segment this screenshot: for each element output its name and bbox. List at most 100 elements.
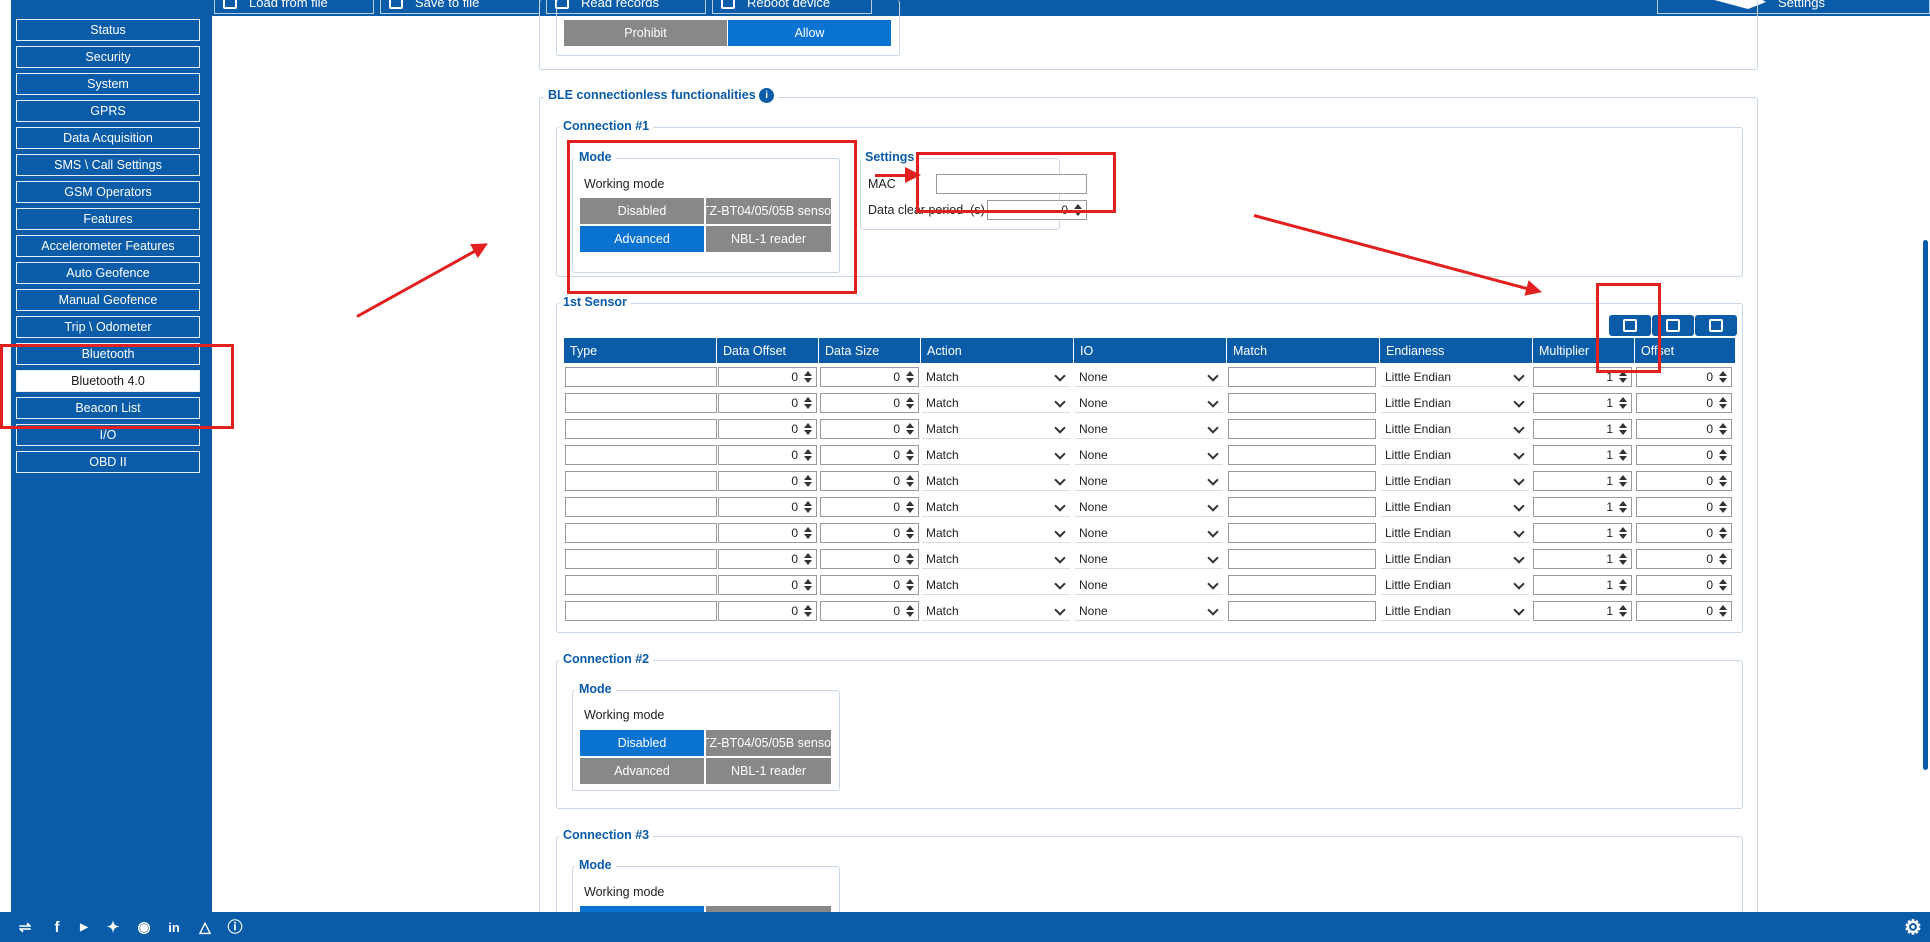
linkedin-icon[interactable]: in [163, 918, 185, 938]
data-offset-input[interactable]: 0 [718, 601, 817, 621]
data-size-input[interactable]: 0 [820, 523, 919, 543]
endianess-select[interactable]: Little Endian [1381, 445, 1529, 465]
connection-2-disabled-button[interactable]: Disabled [580, 730, 704, 756]
swap-sensor-button[interactable] [1695, 315, 1737, 336]
endianess-select[interactable]: Little Endian [1381, 601, 1529, 621]
action-select[interactable]: Match [922, 497, 1070, 517]
action-select[interactable]: Match [922, 601, 1070, 621]
endianess-select[interactable]: Little Endian [1381, 393, 1529, 413]
connection-2-nbl-1-reader-button[interactable]: NBL-1 reader [706, 758, 831, 784]
offset-input[interactable]: 0 [1636, 497, 1732, 517]
type-input[interactable] [565, 445, 717, 465]
data-offset-input[interactable]: 0 [718, 393, 817, 413]
twitter-icon[interactable]: ✦ [102, 918, 124, 938]
multiplier-input[interactable]: 1 [1533, 549, 1632, 569]
data-size-input[interactable]: 0 [820, 393, 919, 413]
endianess-select[interactable]: Little Endian [1381, 367, 1529, 387]
type-input[interactable] [565, 497, 717, 517]
data-offset-input[interactable]: 0 [718, 367, 817, 387]
allow-button[interactable]: Allow [728, 20, 891, 46]
sidebar-item-features[interactable]: Features [16, 208, 200, 230]
multiplier-input[interactable]: 1 [1533, 523, 1632, 543]
match-input[interactable] [1228, 601, 1376, 621]
sidebar-item-obd-ii[interactable]: OBD II [16, 451, 200, 473]
action-select[interactable]: Match [922, 549, 1070, 569]
data-size-input[interactable]: 0 [820, 497, 919, 517]
data-size-input[interactable]: 0 [820, 471, 919, 491]
youtube-icon[interactable]: ▶ [73, 918, 95, 938]
match-input[interactable] [1228, 575, 1376, 595]
data-offset-input[interactable]: 0 [718, 445, 817, 465]
sidebar-item-data-acquisition[interactable]: Data Acquisition [16, 127, 200, 149]
type-input[interactable] [565, 419, 717, 439]
type-input[interactable] [565, 549, 717, 569]
type-input[interactable] [565, 367, 717, 387]
multiplier-input[interactable]: 1 [1533, 471, 1632, 491]
multiplier-input[interactable]: 1 [1533, 419, 1632, 439]
offset-input[interactable]: 0 [1636, 471, 1732, 491]
match-input[interactable] [1228, 445, 1376, 465]
multiplier-input[interactable]: 1 [1533, 393, 1632, 413]
sidebar-item-manual-geofence[interactable]: Manual Geofence [16, 289, 200, 311]
io-select[interactable]: None [1075, 601, 1223, 621]
data-offset-input[interactable]: 0 [718, 575, 817, 595]
save-to-file-button[interactable]: Save to file [380, 0, 540, 14]
offset-input[interactable]: 0 [1636, 393, 1732, 413]
info-icon[interactable]: ⓘ [224, 918, 246, 938]
match-input[interactable] [1228, 497, 1376, 517]
sidebar-item-trip-odometer[interactable]: Trip \ Odometer [16, 316, 200, 338]
driver-icon[interactable]: △ [194, 918, 216, 938]
io-select[interactable]: None [1075, 367, 1223, 387]
multiplier-input[interactable]: 1 [1533, 601, 1632, 621]
offset-input[interactable]: 0 [1636, 445, 1732, 465]
action-select[interactable]: Match [922, 575, 1070, 595]
action-select[interactable]: Match [922, 393, 1070, 413]
io-select[interactable]: None [1075, 523, 1223, 543]
endianess-select[interactable]: Little Endian [1381, 497, 1529, 517]
vertical-scrollbar[interactable] [1920, 16, 1930, 912]
teltonika-icon[interactable]: ⇌ [14, 918, 36, 938]
endianess-select[interactable]: Little Endian [1381, 471, 1529, 491]
endianess-select[interactable]: Little Endian [1381, 523, 1529, 543]
data-offset-input[interactable]: 0 [718, 419, 817, 439]
io-select[interactable]: None [1075, 471, 1223, 491]
prohibit-button[interactable]: Prohibit [564, 20, 727, 46]
type-input[interactable] [565, 523, 717, 543]
action-select[interactable]: Match [922, 471, 1070, 491]
type-input[interactable] [565, 471, 717, 491]
data-size-input[interactable]: 0 [820, 549, 919, 569]
offset-input[interactable]: 0 [1636, 523, 1732, 543]
data-size-input[interactable]: 0 [820, 601, 919, 621]
type-input[interactable] [565, 393, 717, 413]
sidebar-item-security[interactable]: Security [16, 46, 200, 68]
data-size-input[interactable]: 0 [820, 575, 919, 595]
sidebar-item-accelerometer-features[interactable]: Accelerometer Features [16, 235, 200, 257]
sidebar-item-gprs[interactable]: GPRS [16, 100, 200, 122]
io-select[interactable]: None [1075, 419, 1223, 439]
facebook-icon[interactable]: f [46, 918, 68, 938]
action-select[interactable]: Match [922, 445, 1070, 465]
endianess-select[interactable]: Little Endian [1381, 575, 1529, 595]
sidebar-item-status[interactable]: Status [16, 19, 200, 41]
data-offset-input[interactable]: 0 [718, 523, 817, 543]
gear-icon[interactable]: ⚙ [1902, 918, 1924, 938]
type-input[interactable] [565, 575, 717, 595]
offset-input[interactable]: 0 [1636, 419, 1732, 439]
scrollbar-thumb[interactable] [1923, 240, 1928, 770]
match-input[interactable] [1228, 523, 1376, 543]
connection-2-advanced-button[interactable]: Advanced [580, 758, 704, 784]
connection-2-tz-bt-sensor-button[interactable]: TZ-BT04/05/05B sensor [706, 730, 831, 756]
endianess-select[interactable]: Little Endian [1381, 419, 1529, 439]
action-select[interactable]: Match [922, 419, 1070, 439]
sidebar-item-system[interactable]: System [16, 73, 200, 95]
instagram-icon[interactable]: ◉ [133, 918, 155, 938]
match-input[interactable] [1228, 367, 1376, 387]
match-input[interactable] [1228, 471, 1376, 491]
match-input[interactable] [1228, 549, 1376, 569]
action-select[interactable]: Match [922, 523, 1070, 543]
data-offset-input[interactable]: 0 [718, 549, 817, 569]
data-offset-input[interactable]: 0 [718, 497, 817, 517]
match-input[interactable] [1228, 419, 1376, 439]
type-input[interactable] [565, 601, 717, 621]
sidebar-item-sms-call-settings[interactable]: SMS \ Call Settings [16, 154, 200, 176]
